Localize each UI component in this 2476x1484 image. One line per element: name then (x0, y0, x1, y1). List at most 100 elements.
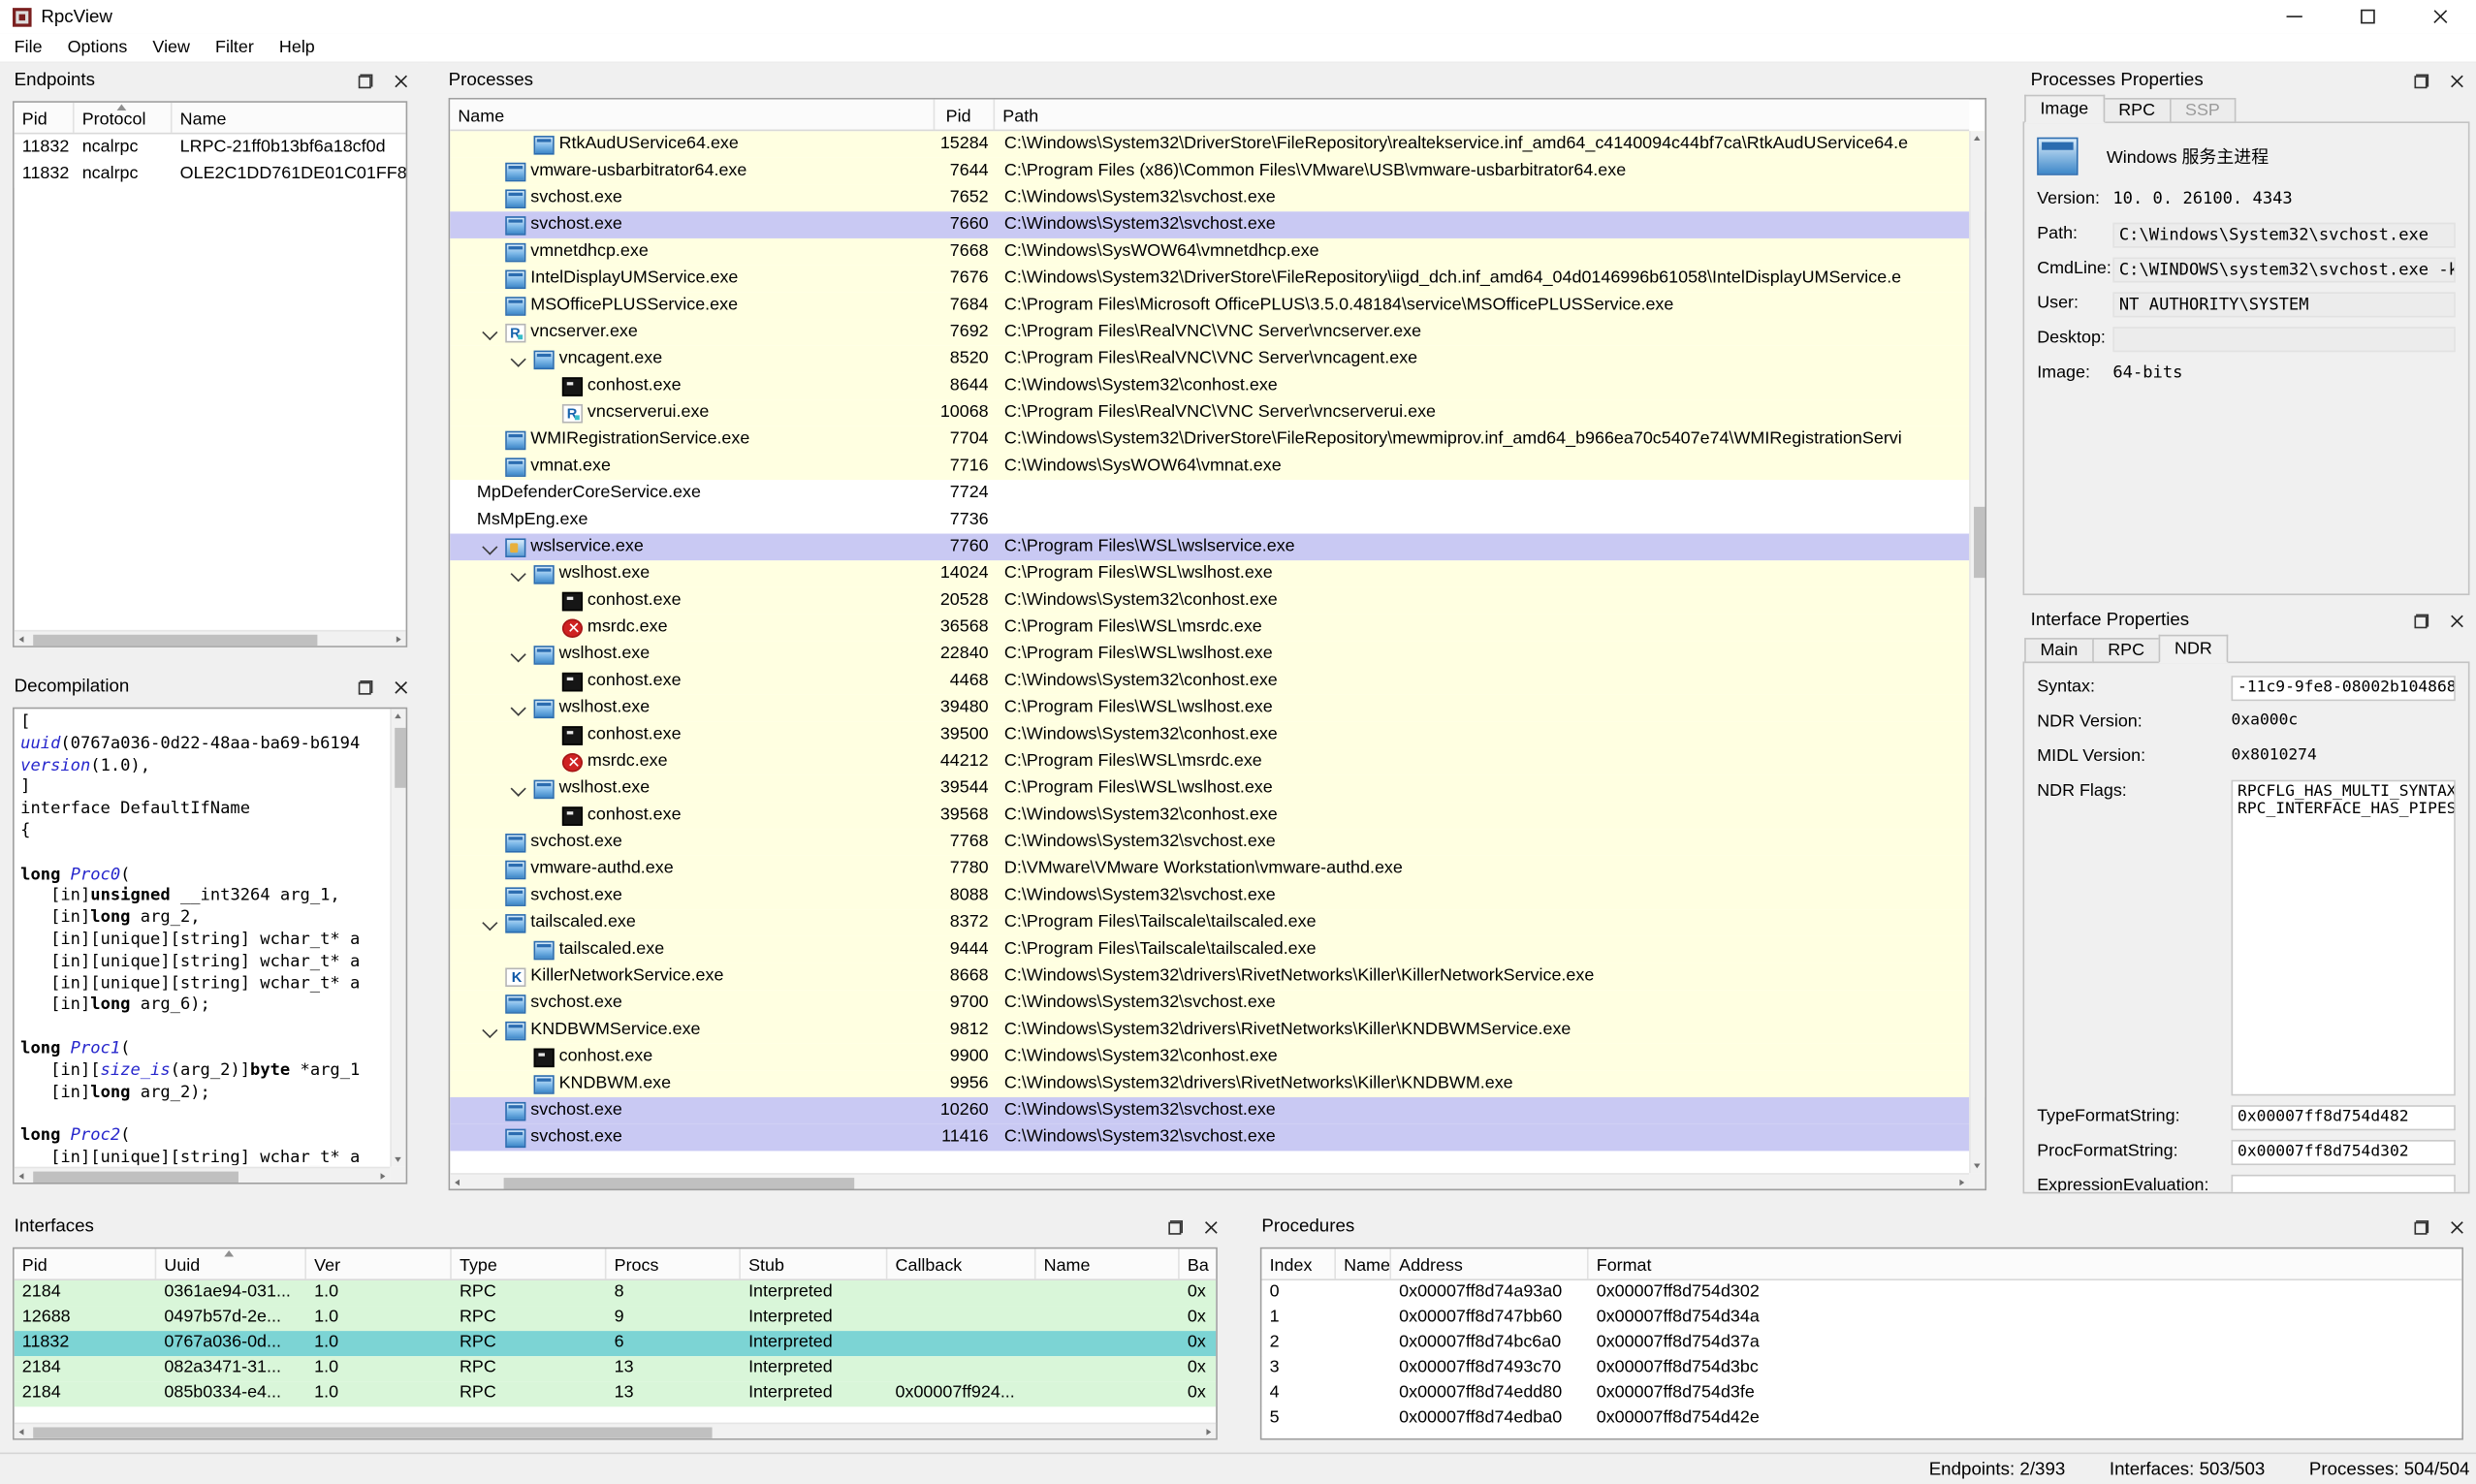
procedures-panel-titlebar[interactable]: Procedures (1248, 1210, 2476, 1245)
maximize-button[interactable] (2331, 0, 2403, 33)
close-panel-button[interactable] (2446, 610, 2468, 632)
interfaces-horizontal-scrollbar[interactable] (15, 1423, 1217, 1438)
chevron-down-icon[interactable] (505, 346, 533, 373)
chevron-down-icon[interactable] (505, 695, 533, 722)
column-header-pid[interactable]: Pid (935, 100, 995, 130)
scroll-down-arrow-icon[interactable] (1975, 1163, 1982, 1168)
property-value[interactable]: RPCFLG_HAS_MULTI_SYNTAXES RPC_INTERFACE_… (2232, 780, 2456, 1096)
endpoint-row[interactable]: 11832ncalrpcOLE2C1DD761DE01C01FF8F8 (15, 161, 406, 188)
process-row[interactable]: KillerNetworkService.exe8668C:\Windows\S… (450, 963, 1984, 991)
process-row[interactable]: IntelDisplayUMService.exe7676C:\Windows\… (450, 266, 1984, 293)
process-row[interactable]: vncserver.exe7692C:\Program Files\RealVN… (450, 319, 1984, 346)
decompilation-vertical-scrollbar[interactable] (390, 709, 405, 1166)
interface-row[interactable]: 21840361ae94-031...1.0RPC8Interpreted0x (15, 1280, 1217, 1306)
menu-item-help[interactable]: Help (267, 32, 328, 62)
process-row[interactable]: svchost.exe7768C:\Windows\System32\svcho… (450, 829, 1984, 856)
process-row[interactable]: vmnat.exe7716C:\Windows\SysWOW64\vmnat.e… (450, 453, 1984, 480)
column-header-callback[interactable]: Callback (887, 1248, 1035, 1279)
process-row[interactable]: msrdc.exe36568C:\Program Files\WSL\msrdc… (450, 615, 1984, 642)
tab-main[interactable]: Main (2024, 638, 2093, 663)
process-row[interactable]: svchost.exe7660C:\Windows\System32\svcho… (450, 211, 1984, 238)
column-header-name[interactable]: Name (173, 103, 406, 133)
close-panel-button[interactable] (2446, 1216, 2468, 1238)
process-row[interactable]: MsMpEng.exe7736 (450, 507, 1984, 534)
process-row[interactable]: tailscaled.exe8372C:\Program Files\Tails… (450, 909, 1984, 936)
interface-row[interactable]: 118320767a036-0d...1.0RPC6Interpreted0x (15, 1331, 1217, 1356)
decompilation-view[interactable]: [uuid(0767a036-0d22-48aa-ba69-b6194versi… (13, 708, 407, 1184)
process-row[interactable]: wslservice.exe7760C:\Program Files\WSL\w… (450, 534, 1984, 561)
column-header-ver[interactable]: Ver (306, 1248, 452, 1279)
tab-image[interactable]: Image (2024, 95, 2104, 123)
minimize-button[interactable] (2258, 0, 2331, 33)
decompilation-horizontal-scrollbar[interactable] (15, 1167, 391, 1183)
property-value[interactable]: 0x00007ff8d754d482 (2232, 1105, 2456, 1130)
scroll-left-arrow-icon[interactable] (19, 636, 24, 643)
float-panel-button[interactable] (1163, 1216, 1186, 1238)
process-row[interactable]: svchost.exe11416C:\Windows\System32\svch… (450, 1124, 1984, 1152)
chevron-down-icon[interactable] (477, 319, 505, 346)
column-header-path[interactable]: Path (995, 100, 1969, 130)
scroll-left-arrow-icon[interactable] (19, 1172, 24, 1179)
property-value[interactable] (2112, 327, 2455, 352)
process-row[interactable]: conhost.exe20528C:\Windows\System32\conh… (450, 587, 1984, 615)
interface-row[interactable]: 2184085b0334-e4...1.0RPC13Interpreted0x0… (15, 1381, 1217, 1406)
float-panel-button[interactable] (2410, 1216, 2432, 1238)
menu-item-options[interactable]: Options (55, 32, 141, 62)
chevron-down-icon[interactable] (505, 775, 533, 803)
column-header-procs[interactable]: Procs (606, 1248, 740, 1279)
process-row[interactable]: svchost.exe10260C:\Windows\System32\svch… (450, 1097, 1984, 1124)
scroll-right-arrow-icon[interactable] (1206, 1428, 1211, 1435)
column-header-uuid[interactable]: Uuid (156, 1248, 306, 1279)
chevron-down-icon[interactable] (477, 1017, 505, 1044)
processes-properties-titlebar[interactable]: Processes Properties (2016, 63, 2476, 98)
endpoints-horizontal-scrollbar[interactable] (15, 630, 406, 646)
column-header-index[interactable]: Index (1261, 1248, 1336, 1279)
decompilation-panel-titlebar[interactable]: Decompilation (0, 670, 420, 705)
property-value[interactable] (2232, 1175, 2456, 1194)
scroll-down-arrow-icon[interactable] (396, 1157, 402, 1162)
processes-horizontal-scrollbar[interactable] (450, 1173, 1969, 1188)
scrollbar-thumb[interactable] (33, 634, 317, 645)
tab-ndr[interactable]: NDR (2159, 635, 2228, 663)
close-panel-button[interactable] (2446, 70, 2468, 92)
close-panel-button[interactable] (390, 70, 412, 92)
process-row[interactable]: vmware-usbarbitrator64.exe7644C:\Program… (450, 158, 1984, 185)
column-header-protocol[interactable]: Protocol (75, 103, 173, 133)
column-header-type[interactable]: Type (452, 1248, 607, 1279)
float-panel-button[interactable] (354, 70, 376, 92)
tab-rpc[interactable]: RPC (2103, 98, 2171, 123)
menu-item-filter[interactable]: Filter (203, 32, 267, 62)
scroll-up-arrow-icon[interactable] (396, 713, 402, 718)
process-row[interactable]: vmware-authd.exe7780D:\VMware\VMware Wor… (450, 856, 1984, 883)
process-row[interactable]: vmnetdhcp.exe7668C:\Windows\SysWOW64\vmn… (450, 238, 1984, 266)
procedure-row[interactable]: 40x00007ff8d74edd800x00007ff8d754d3fe (1261, 1381, 2461, 1406)
column-header-name[interactable]: Name (1336, 1248, 1391, 1279)
procedure-row[interactable]: 20x00007ff8d74bc6a00x00007ff8d754d37a (1261, 1331, 2461, 1356)
close-button[interactable] (2403, 0, 2476, 33)
column-header-stub[interactable]: Stub (741, 1248, 887, 1279)
scrollbar-thumb[interactable] (33, 1171, 238, 1182)
column-header-pid[interactable]: Pid (15, 103, 75, 133)
float-panel-button[interactable] (2410, 610, 2432, 632)
process-row[interactable]: MpDefenderCoreService.exe7724 (450, 480, 1984, 507)
chevron-down-icon[interactable] (505, 560, 533, 587)
process-row[interactable]: MSOfficePLUSService.exe7684C:\Program Fi… (450, 292, 1984, 319)
interface-row[interactable]: 2184082a3471-31...1.0RPC13Interpreted0x (15, 1356, 1217, 1381)
scroll-left-arrow-icon[interactable] (455, 1179, 460, 1185)
processes-vertical-scrollbar[interactable] (1969, 131, 1984, 1173)
tab-rpc[interactable]: RPC (2092, 638, 2160, 663)
process-row[interactable]: msrdc.exe44212C:\Program Files\WSL\msrdc… (450, 748, 1984, 775)
menu-item-view[interactable]: View (140, 32, 203, 62)
process-row[interactable]: wslhost.exe14024C:\Program Files\WSL\wsl… (450, 560, 1984, 587)
close-panel-button[interactable] (390, 676, 412, 698)
column-header-name[interactable]: Name (1036, 1248, 1180, 1279)
scrollbar-thumb[interactable] (504, 1177, 855, 1187)
float-panel-button[interactable] (354, 676, 376, 698)
process-row[interactable]: wslhost.exe22840C:\Program Files\WSL\wsl… (450, 641, 1984, 668)
process-row[interactable]: vncagent.exe8520C:\Program Files\RealVNC… (450, 346, 1984, 373)
close-panel-button[interactable] (1200, 1216, 1222, 1238)
process-row[interactable]: conhost.exe4468C:\Windows\System32\conho… (450, 668, 1984, 695)
procedure-row[interactable]: 00x00007ff8d74a93a00x00007ff8d754d302 (1261, 1280, 2461, 1306)
process-row[interactable]: conhost.exe39500C:\Windows\System32\conh… (450, 721, 1984, 748)
scroll-right-arrow-icon[interactable] (397, 636, 401, 643)
